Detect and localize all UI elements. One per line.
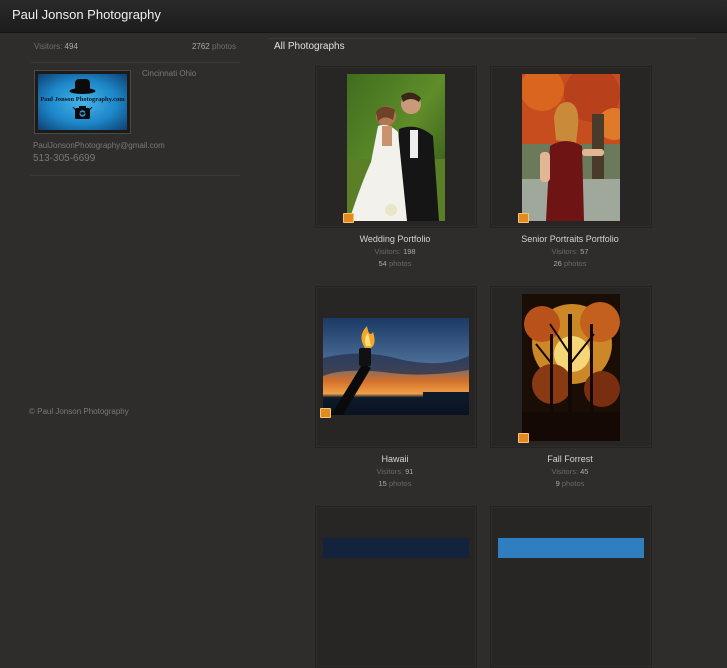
page-title: All Photographs [274, 41, 345, 52]
album-card-hawaii[interactable] [315, 286, 477, 448]
album-caption-fall-forrest: Fall Forrest Visitors: 45 9 photos [490, 454, 650, 488]
logo-text: Paul Jonson Photography.com [40, 96, 125, 103]
album-card[interactable] [490, 506, 652, 668]
album-icon [343, 213, 354, 223]
site-title[interactable]: Paul Jonson Photography [12, 7, 161, 22]
photo-count: 2762 photos [191, 42, 236, 51]
album-card[interactable] [315, 506, 477, 668]
album-icon [518, 213, 529, 223]
album-thumbnail[interactable] [347, 74, 445, 221]
album-caption-hawaii: Hawaii Visitors: 91 15 photos [315, 454, 475, 488]
logo-image[interactable]: Paul Jonson Photography.com [34, 70, 131, 134]
album-caption-wedding: Wedding Portfolio Visitors: 198 54 photo… [315, 234, 475, 268]
album-thumbnail[interactable] [498, 538, 644, 558]
location-text: Cincinnati Ohio [142, 69, 197, 78]
top-bar: Paul Jonson Photography [0, 0, 727, 33]
visitors-count: Visitors: 494 [34, 42, 78, 51]
album-card-fall-forrest[interactable] [490, 286, 652, 448]
album-card-wedding[interactable] [315, 66, 477, 228]
album-thumbnail[interactable] [323, 318, 469, 415]
divider [31, 175, 240, 176]
phone-number: 513-305-6699 [33, 153, 96, 164]
hawaii-sunset-photo [323, 318, 469, 415]
album-caption-senior-portraits: Senior Portraits Portfolio Visitors: 57 … [490, 234, 650, 268]
album-title[interactable]: Fall Forrest [490, 454, 650, 464]
album-thumbnail[interactable] [522, 294, 620, 441]
divider [268, 38, 696, 39]
copyright-text: © Paul Jonson Photography [29, 407, 129, 416]
email-link[interactable]: PaulJonsonPhotography@gmail.com [33, 141, 165, 150]
album-icon [320, 408, 331, 418]
senior-portrait-photo [522, 74, 620, 221]
album-icon [518, 433, 529, 443]
album-card-senior-portraits[interactable] [490, 66, 652, 228]
album-thumbnail[interactable] [323, 538, 469, 558]
album-thumbnail[interactable] [522, 74, 620, 221]
fall-forest-photo [522, 294, 620, 441]
album-title[interactable]: Wedding Portfolio [315, 234, 475, 244]
album-title[interactable]: Senior Portraits Portfolio [490, 234, 650, 244]
divider [31, 62, 240, 63]
wedding-photo [347, 74, 445, 221]
album-title[interactable]: Hawaii [315, 454, 475, 464]
